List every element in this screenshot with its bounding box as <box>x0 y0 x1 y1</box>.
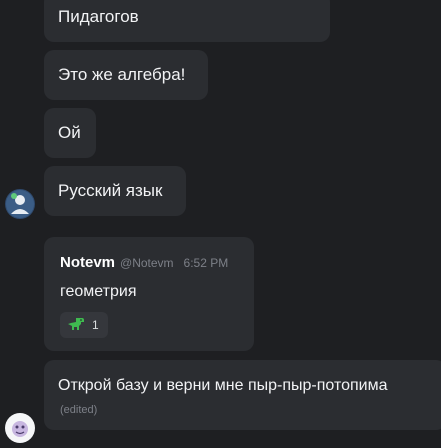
message-text: Открой базу и верни мне пыр-пыр-потопима <box>58 377 388 394</box>
avatar-icon <box>6 414 34 442</box>
user-avatar[interactable] <box>5 189 35 219</box>
reaction-chip[interactable]: 1 <box>60 312 108 338</box>
user-avatar[interactable] <box>5 413 35 443</box>
message-text: Пидагогов <box>58 7 139 26</box>
message-text: Русский язык <box>58 181 163 200</box>
reaction-count: 1 <box>92 318 99 332</box>
avatar-icon <box>6 190 34 218</box>
message-header: Notevm @Notevm 6:52 PM <box>60 254 228 272</box>
message-timestamp: 6:52 PM <box>183 256 229 270</box>
edited-label: (edited) <box>60 404 98 416</box>
message-text: Это же алгебра! <box>58 65 186 84</box>
message-text: геометрия <box>60 283 137 300</box>
dinosaur-icon <box>68 318 84 330</box>
message-text: Ой <box>58 123 81 142</box>
author-name[interactable]: Notevm <box>60 254 115 271</box>
author-handle: @Notevm <box>120 256 174 270</box>
